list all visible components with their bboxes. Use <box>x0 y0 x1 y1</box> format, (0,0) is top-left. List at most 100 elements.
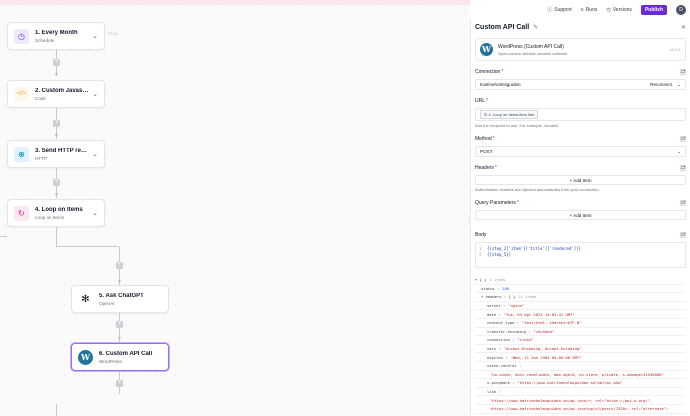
headers-hint: Authorization headers are injected autom… <box>475 187 600 192</box>
piece-card: W WordPress (Custom API Call) Open-sourc… <box>475 38 686 61</box>
step-subtitle: OpenAI <box>99 300 115 306</box>
support-button[interactable]: ⓘ Support <box>547 6 572 14</box>
flow-step-2[interactable]: </> 2. Custom Javascript ... Code ⌄ <box>7 80 105 108</box>
toggle-icon[interactable]: ⇄ <box>680 200 686 206</box>
output-row: x-pingback : "https://www.katrineholmsgui… <box>475 379 686 388</box>
output-row: content-type : "text/html; charset=UTF-8" <box>475 319 686 328</box>
code-icon: </> <box>14 86 29 102</box>
chevron-down-icon[interactable]: ⌄ <box>92 150 98 158</box>
chevron-down-icon[interactable]: ⌄ <box>92 32 98 40</box>
flow-step-3[interactable]: ⊕ 3. Send HTTP request HTTP ⌄ <box>7 140 105 168</box>
flow-step-1[interactable]: ◷ 1. Every Month Schedule ⌄ <box>7 22 105 50</box>
toggle-icon[interactable]: ⇄ <box>680 165 686 171</box>
url-token[interactable]: ↻ 4. Loop on Items item link <box>480 110 539 119</box>
wordpress-icon: W <box>480 43 493 56</box>
output-row: vary : "Accept-Encoding, Accept-Encoding" <box>475 345 686 354</box>
top-header: ⓘ Support ≡ Runs ◴ Versions Publish D <box>470 0 690 19</box>
reconnect-button[interactable]: Reconnect <box>650 82 672 87</box>
output-row: status :200 <box>475 285 686 294</box>
add-step-button[interactable]: + <box>53 120 60 127</box>
step-subtitle: Code <box>35 95 46 101</box>
add-step-button[interactable]: + <box>116 380 123 387</box>
output-value: "nginx" <box>508 303 525 309</box>
globe-icon: ⊕ <box>14 146 29 162</box>
runs-label: Runs <box>585 6 598 13</box>
method-value: POST <box>480 149 493 154</box>
close-icon[interactable]: ✕ <box>681 24 686 31</box>
output-key: vary : <box>487 346 501 352</box>
clock-icon: ◷ <box>14 28 29 44</box>
flow-step-5[interactable]: ✻ 5. Ask ChatGPT OpenAI <box>71 285 169 313</box>
output-value: "Wed, 11 Jan 1984 05:00:00 GMT" <box>510 354 582 360</box>
arrow-down-icon: ▼ <box>117 336 122 342</box>
output-value: 22 items <box>518 294 537 300</box>
output-key: connection : <box>487 337 515 343</box>
step-title: 4. Loop on Items <box>35 206 83 213</box>
output-value: "close" <box>517 337 534 343</box>
toggle-icon[interactable]: ⇄ <box>680 136 686 142</box>
arrow-down-icon: ▼ <box>54 192 59 198</box>
add-step-button[interactable]: + <box>53 179 60 186</box>
output-key: cache-control : <box>487 363 522 369</box>
method-select[interactable]: POST ⌄ <box>475 146 686 157</box>
output-value: <https://www.katrineholmsguiden.se/wp-js… <box>490 406 669 412</box>
step-title: 3. Send HTTP request <box>35 147 89 154</box>
piece-version: v0.3.1 <box>670 47 681 52</box>
flow-step-4[interactable]: ↻ 4. Loop on Items Loop on Items ⌄ <box>7 199 105 227</box>
versions-button[interactable]: ◴ Versions <box>606 7 632 13</box>
runs-button[interactable]: ≡ Runs <box>581 7 598 13</box>
output-key: link : <box>487 389 501 395</box>
connector <box>0 236 7 237</box>
step-subtitle: WordPress <box>99 358 122 364</box>
output-row: server : "nginx" <box>475 302 686 311</box>
avatar[interactable]: D <box>676 4 686 15</box>
output-row: ▾ headers : { } 22 items <box>475 293 686 302</box>
canvas-ghost-label: Flow <box>108 32 119 37</box>
step-subtitle: HTTP <box>35 155 47 161</box>
history-icon: ◴ <box>606 6 611 13</box>
test-output-viewer: ▾ { } 3 items status :200 ▾ headers : { } 22… <box>475 276 686 416</box>
step-settings-panel: Custom API Call ✎ ✕ W WordPress (Custom … <box>470 19 690 416</box>
wordpress-icon: W <box>78 349 93 365</box>
add-step-button[interactable]: + <box>116 321 123 328</box>
step-title: 1. Every Month <box>35 29 78 36</box>
publish-button[interactable]: Publish <box>640 4 667 15</box>
output-key: status : <box>481 285 500 291</box>
output-key: x-pingback : <box>487 380 515 386</box>
output-row: "no-cache, must-revalidate, max-age=0, n… <box>475 371 686 380</box>
chevron-down-icon[interactable]: ⌄ <box>92 90 98 98</box>
output-key: server : <box>487 303 506 309</box>
step-title: 2. Custom Javascript ... <box>35 87 89 94</box>
output-key: expires : <box>487 354 508 360</box>
query-add-item-button[interactable]: + Add Item <box>475 210 686 220</box>
add-step-button[interactable]: + <box>53 59 60 66</box>
connector <box>56 246 118 247</box>
output-value: "Tue, 04 Apr 2023 14:05:41 GMT" <box>503 311 575 317</box>
url-input[interactable]: ↻ 4. Loop on Items item link <box>475 108 686 121</box>
output-value: "chunked" <box>533 328 555 334</box>
help-icon: ⓘ <box>547 7 553 13</box>
body-code-editor[interactable]: 1 {{step_2['item']['title']['rendered']}}… <box>475 242 686 268</box>
output-row: link : <box>475 388 686 397</box>
flow-canvas[interactable]: Flow + ▼ + ▼ + ▼ + ▼ + ▼ + ◷ 1. Every Mo… <box>0 0 470 416</box>
step-title: 6. Custom API Call <box>99 350 153 357</box>
panel-title: Custom API Call <box>475 24 530 31</box>
add-step-button[interactable]: + <box>116 262 123 269</box>
headers-add-item-button[interactable]: + Add Item <box>475 175 686 185</box>
chevron-down-icon: ⌄ <box>677 81 681 87</box>
chevron-down-icon[interactable]: ⌄ <box>92 209 98 217</box>
method-label: Method * ⇄ <box>475 136 686 142</box>
step-title: 5. Ask ChatGPT <box>99 292 144 299</box>
toggle-icon[interactable]: ⇄ <box>680 232 686 238</box>
flow-step-6[interactable]: W 6. Custom API Call WordPress <box>71 343 169 371</box>
url-hint: Add the endpoint to use. For example, /m… <box>475 123 558 128</box>
canvas-top-strip <box>0 0 470 5</box>
connection-select[interactable]: Katrineholmsguiden Reconnect ⌄ <box>475 79 686 90</box>
output-row: expires : "Wed, 11 Jan 1984 05:00:00 GMT" <box>475 353 686 362</box>
pencil-icon[interactable]: ✎ <box>533 24 538 31</box>
loop-icon: ↻ <box>484 112 488 117</box>
piece-name: WordPress (Custom API Call) <box>498 43 564 50</box>
output-row: <https://www.katrineholmsguiden.se/wp-js… <box>475 405 686 414</box>
body-label: Body ⇄ <box>475 232 686 238</box>
toggle-icon[interactable]: ⇄ <box>680 69 686 75</box>
